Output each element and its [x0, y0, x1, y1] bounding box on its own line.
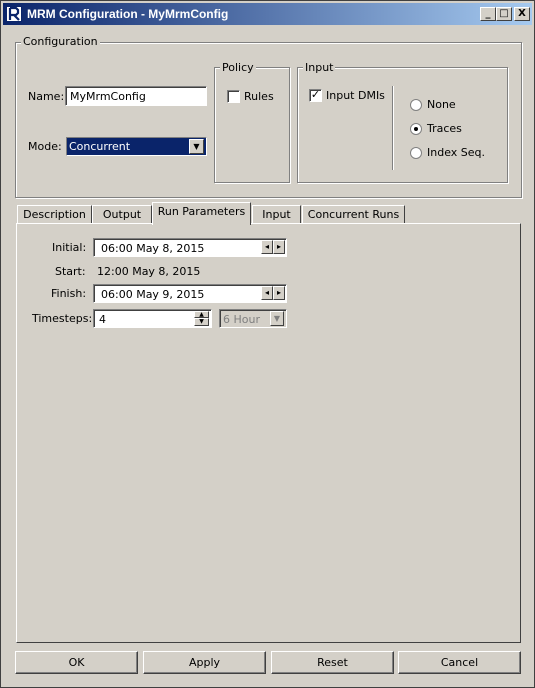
maximize-button[interactable]: □	[496, 7, 512, 21]
ok-button[interactable]: OK	[15, 651, 138, 674]
tab-output[interactable]: Output	[92, 205, 152, 224]
reset-button[interactable]: Reset	[271, 651, 394, 674]
timestep-unit-dropdown[interactable]: 6 Hour ▼	[219, 309, 287, 328]
initial-datetime-field[interactable]: 06:00 May 8, 2015 ◂ ▸	[93, 238, 287, 257]
apply-button[interactable]: Apply	[143, 651, 266, 674]
timestep-unit-arrow[interactable]: ▼	[270, 311, 284, 326]
timestep-unit-value: 6 Hour	[223, 313, 260, 326]
mode-dropdown-arrow[interactable]: ▼	[189, 139, 204, 154]
policy-group	[214, 67, 290, 183]
radio-traces[interactable]	[410, 123, 422, 135]
mode-label: Mode:	[28, 140, 62, 153]
cancel-button[interactable]: Cancel	[398, 651, 521, 674]
app-icon	[6, 6, 22, 22]
timesteps-up-arrow[interactable]: ▲	[194, 311, 209, 318]
tab-run-parameters[interactable]: Run Parameters	[152, 202, 251, 225]
timesteps-down-arrow[interactable]: ▼	[194, 318, 209, 326]
radio-traces-label: Traces	[427, 122, 462, 135]
tab-description[interactable]: Description	[17, 205, 92, 224]
rules-label: Rules	[244, 90, 274, 103]
mrm-config-window: MRM Configuration - MyMrmConfig _ □ X Co…	[0, 0, 535, 688]
radio-selected-dot	[414, 127, 418, 131]
finish-value: 06:00 May 9, 2015	[101, 288, 205, 301]
start-label: Start:	[55, 265, 86, 278]
initial-value: 06:00 May 8, 2015	[101, 242, 205, 255]
timesteps-label: Timesteps:	[32, 312, 93, 325]
name-label: Name:	[28, 90, 65, 103]
input-group-label: Input	[303, 61, 336, 74]
finish-prev-arrow[interactable]: ◂	[261, 286, 273, 300]
close-button[interactable]: X	[514, 7, 530, 21]
radio-index-seq[interactable]	[410, 147, 422, 159]
input-group	[297, 67, 508, 183]
policy-group-label: Policy	[220, 61, 256, 74]
finish-next-arrow[interactable]: ▸	[273, 286, 285, 300]
window-title: MRM Configuration - MyMrmConfig	[27, 7, 229, 21]
start-value: 12:00 May 8, 2015	[97, 265, 201, 278]
input-dmis-label: Input DMIs	[326, 89, 385, 102]
finish-datetime-field[interactable]: 06:00 May 9, 2015 ◂ ▸	[93, 284, 287, 303]
radio-none-label: None	[427, 98, 456, 111]
initial-next-arrow[interactable]: ▸	[273, 240, 285, 254]
radio-index-seq-label: Index Seq.	[427, 146, 486, 159]
name-input[interactable]: MyMrmConfig	[65, 86, 207, 106]
minimize-button[interactable]: _	[480, 7, 496, 21]
rules-checkbox[interactable]	[227, 90, 240, 103]
mode-dropdown[interactable]: Concurrent ▼	[66, 137, 207, 156]
timesteps-value: 4	[99, 313, 106, 326]
tab-concurrent-runs[interactable]: Concurrent Runs	[302, 205, 405, 224]
input-dmis-checkbox[interactable]: ✓	[309, 89, 322, 102]
finish-label: Finish:	[51, 287, 87, 300]
configuration-group-label: Configuration	[21, 35, 100, 48]
initial-prev-arrow[interactable]: ◂	[261, 240, 273, 254]
title-bar[interactable]: MRM Configuration - MyMrmConfig _ □ X	[3, 3, 532, 25]
radio-none[interactable]	[410, 99, 422, 111]
tab-input[interactable]: Input	[252, 205, 301, 224]
initial-label: Initial:	[52, 241, 87, 254]
mode-value: Concurrent	[69, 140, 131, 153]
timesteps-spinner[interactable]: 4 ▲ ▼	[93, 309, 212, 328]
input-separator	[392, 86, 393, 170]
